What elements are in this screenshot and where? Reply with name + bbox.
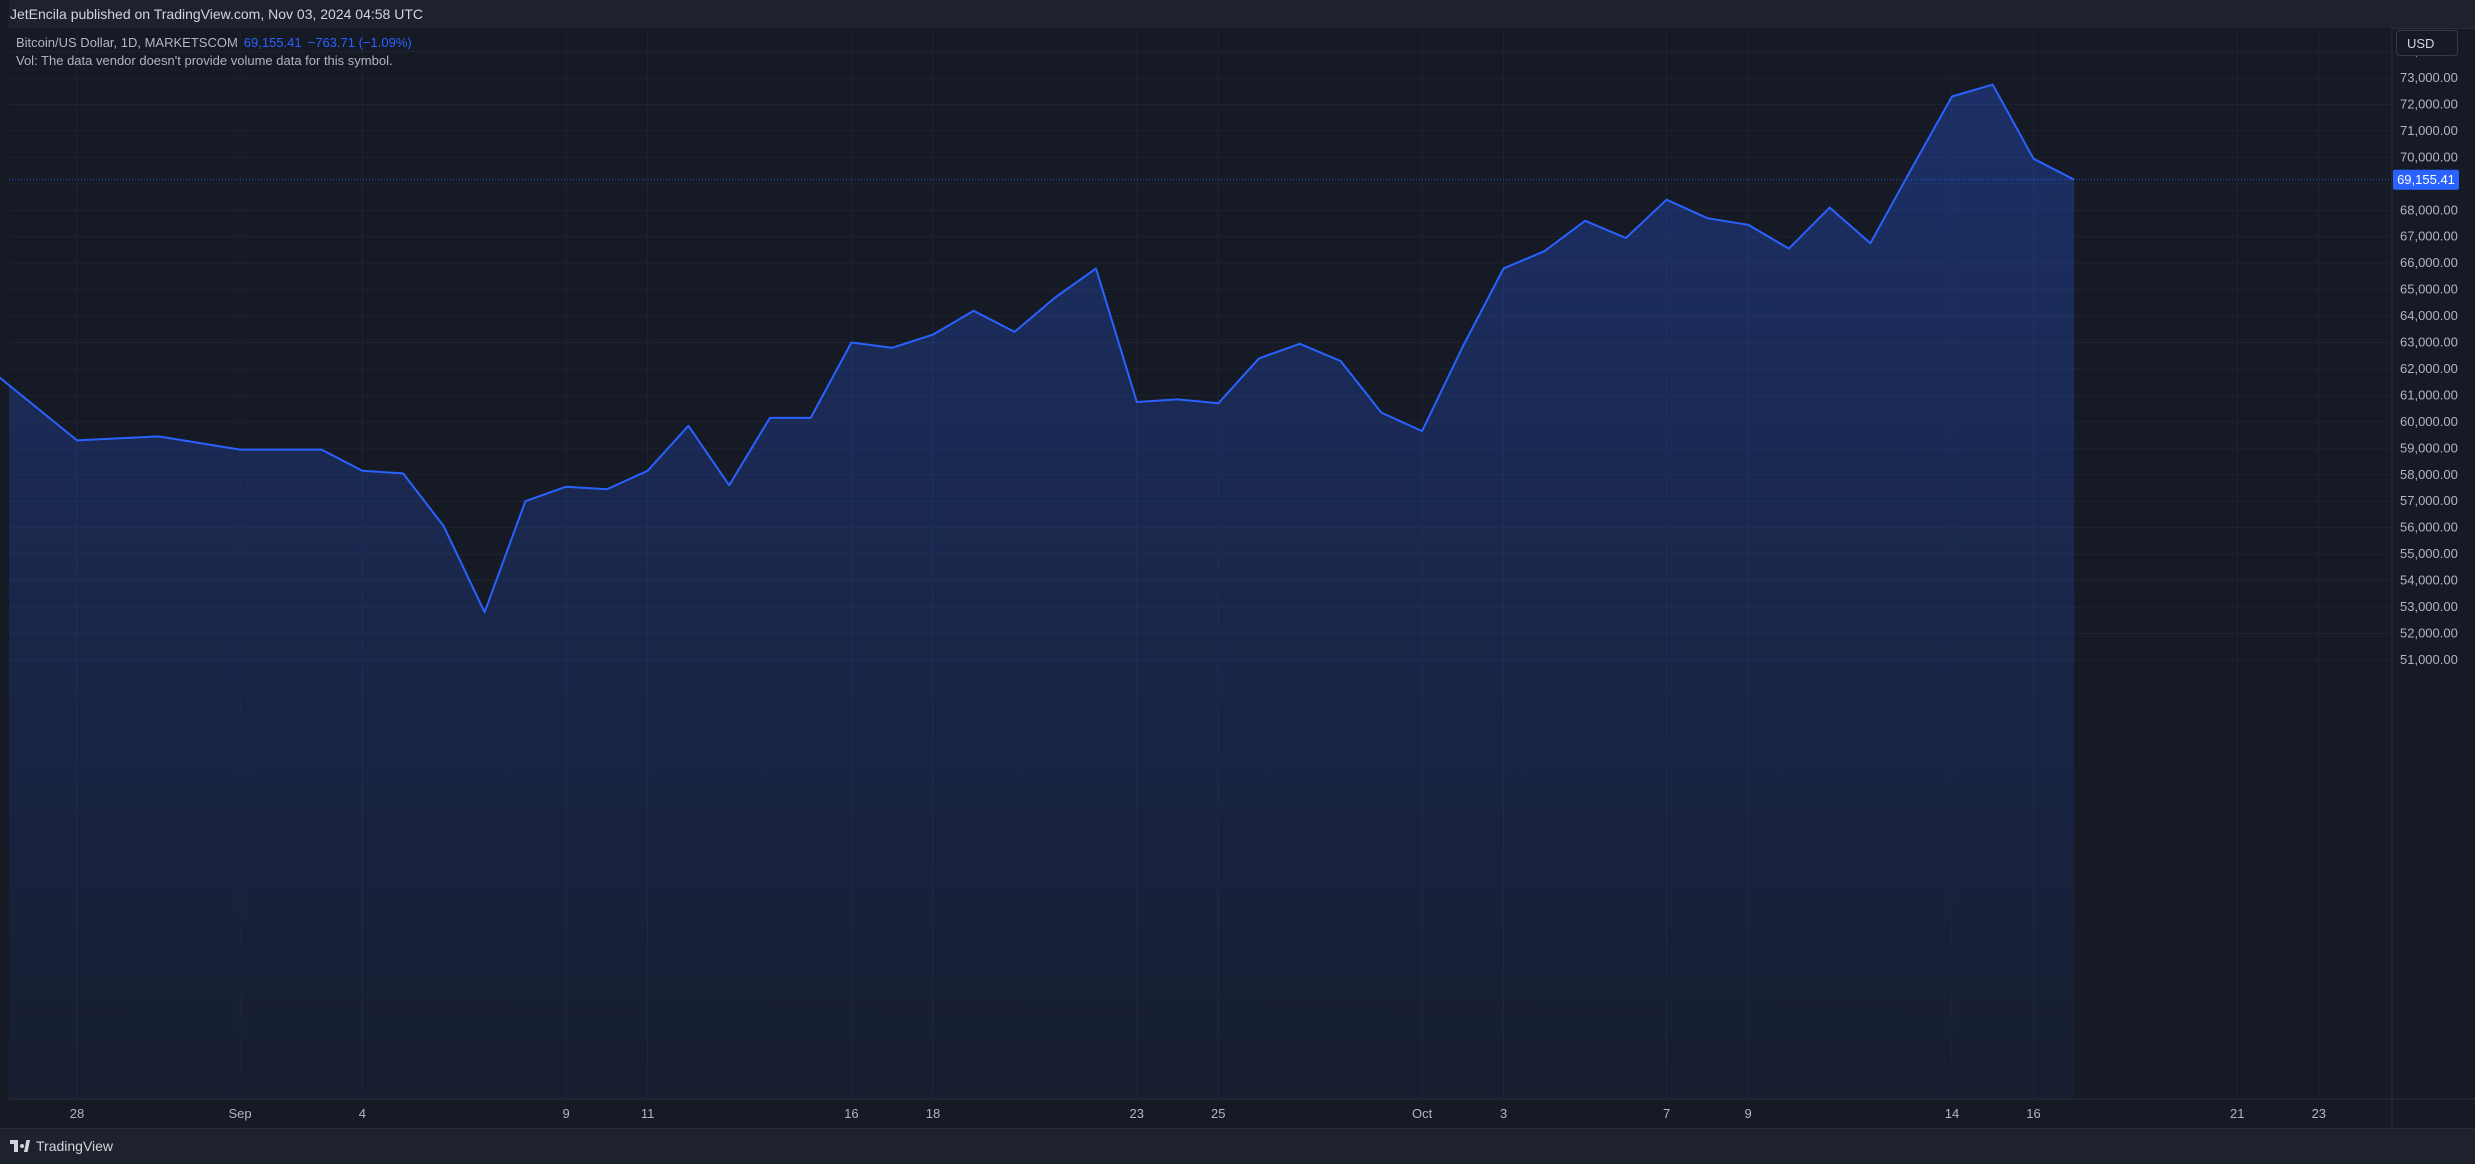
bottom-bar: TradingView	[0, 1128, 2475, 1164]
last-price-tag-label: 69,155.41	[2397, 172, 2455, 187]
y-tick-label: 55,000.00	[2400, 546, 2458, 561]
y-tick-label: 67,000.00	[2400, 229, 2458, 244]
y-tick-label: 70,000.00	[2400, 149, 2458, 164]
x-tick-label: 16	[2026, 1106, 2040, 1121]
x-tick-label: 16	[844, 1106, 858, 1121]
tradingview-logo[interactable]: TradingView	[10, 1138, 113, 1154]
tradingview-logo-icon	[10, 1140, 30, 1152]
x-tick-label: 21	[2230, 1106, 2244, 1121]
x-tick-label: Oct	[1412, 1106, 1433, 1121]
y-tick-label: 61,000.00	[2400, 387, 2458, 402]
y-tick-label: 64,000.00	[2400, 308, 2458, 323]
chart-legend: Bitcoin/US Dollar, 1D, MARKETSCOM 69,155.…	[16, 34, 412, 70]
x-tick-label: 11	[641, 1106, 655, 1121]
y-tick-label: 73,000.00	[2400, 70, 2458, 85]
volume-note: Vol: The data vendor doesn't provide vol…	[16, 53, 393, 68]
x-tick-label: 28	[70, 1106, 84, 1121]
y-tick-label: 54,000.00	[2400, 573, 2458, 588]
y-tick-label: 59,000.00	[2400, 440, 2458, 455]
y-tick-label: 57,000.00	[2400, 493, 2458, 508]
y-tick-label: 68,000.00	[2400, 202, 2458, 217]
x-tick-label: 3	[1500, 1106, 1507, 1121]
y-tick-label: 66,000.00	[2400, 255, 2458, 270]
y-tick-label: 72,000.00	[2400, 96, 2458, 111]
x-tick-label: 4	[359, 1106, 366, 1121]
x-tick-label: 7	[1663, 1106, 1670, 1121]
x-tick-label: 18	[926, 1106, 940, 1121]
y-tick-label: 63,000.00	[2400, 335, 2458, 350]
y-tick-label: 56,000.00	[2400, 520, 2458, 535]
y-tick-label: 52,000.00	[2400, 625, 2458, 640]
y-tick-label: 62,000.00	[2400, 361, 2458, 376]
x-tick-label: 14	[1945, 1106, 1959, 1121]
brand-name: TradingView	[36, 1138, 114, 1154]
x-tick-label: 9	[563, 1106, 570, 1121]
x-tick-label: 23	[2312, 1106, 2326, 1121]
y-tick-label: 65,000.00	[2400, 282, 2458, 297]
price-chart[interactable]: 51,000.00 52,000.00 53,000.00 54,000.00 55,0…	[0, 0, 2475, 1128]
y-tick-label: 71,000.00	[2400, 123, 2458, 138]
currency-button[interactable]: USD	[2396, 30, 2458, 56]
last-price: 69,155.41	[243, 35, 302, 50]
x-tick-label: 25	[1211, 1106, 1225, 1121]
x-tick-label: 23	[1130, 1106, 1144, 1121]
x-tick-label: 9	[1745, 1106, 1752, 1121]
y-tick-label: 58,000.00	[2400, 467, 2458, 482]
x-tick-label: Sep	[228, 1106, 251, 1121]
symbol-title[interactable]: Bitcoin/US Dollar, 1D, MARKETSCOM	[16, 35, 238, 50]
y-tick-label: 53,000.00	[2400, 599, 2458, 614]
y-tick-label: 60,000.00	[2400, 414, 2458, 429]
y-tick-label: 51,000.00	[2400, 652, 2458, 667]
price-change: −763.71 (−1.09%)	[307, 35, 412, 50]
